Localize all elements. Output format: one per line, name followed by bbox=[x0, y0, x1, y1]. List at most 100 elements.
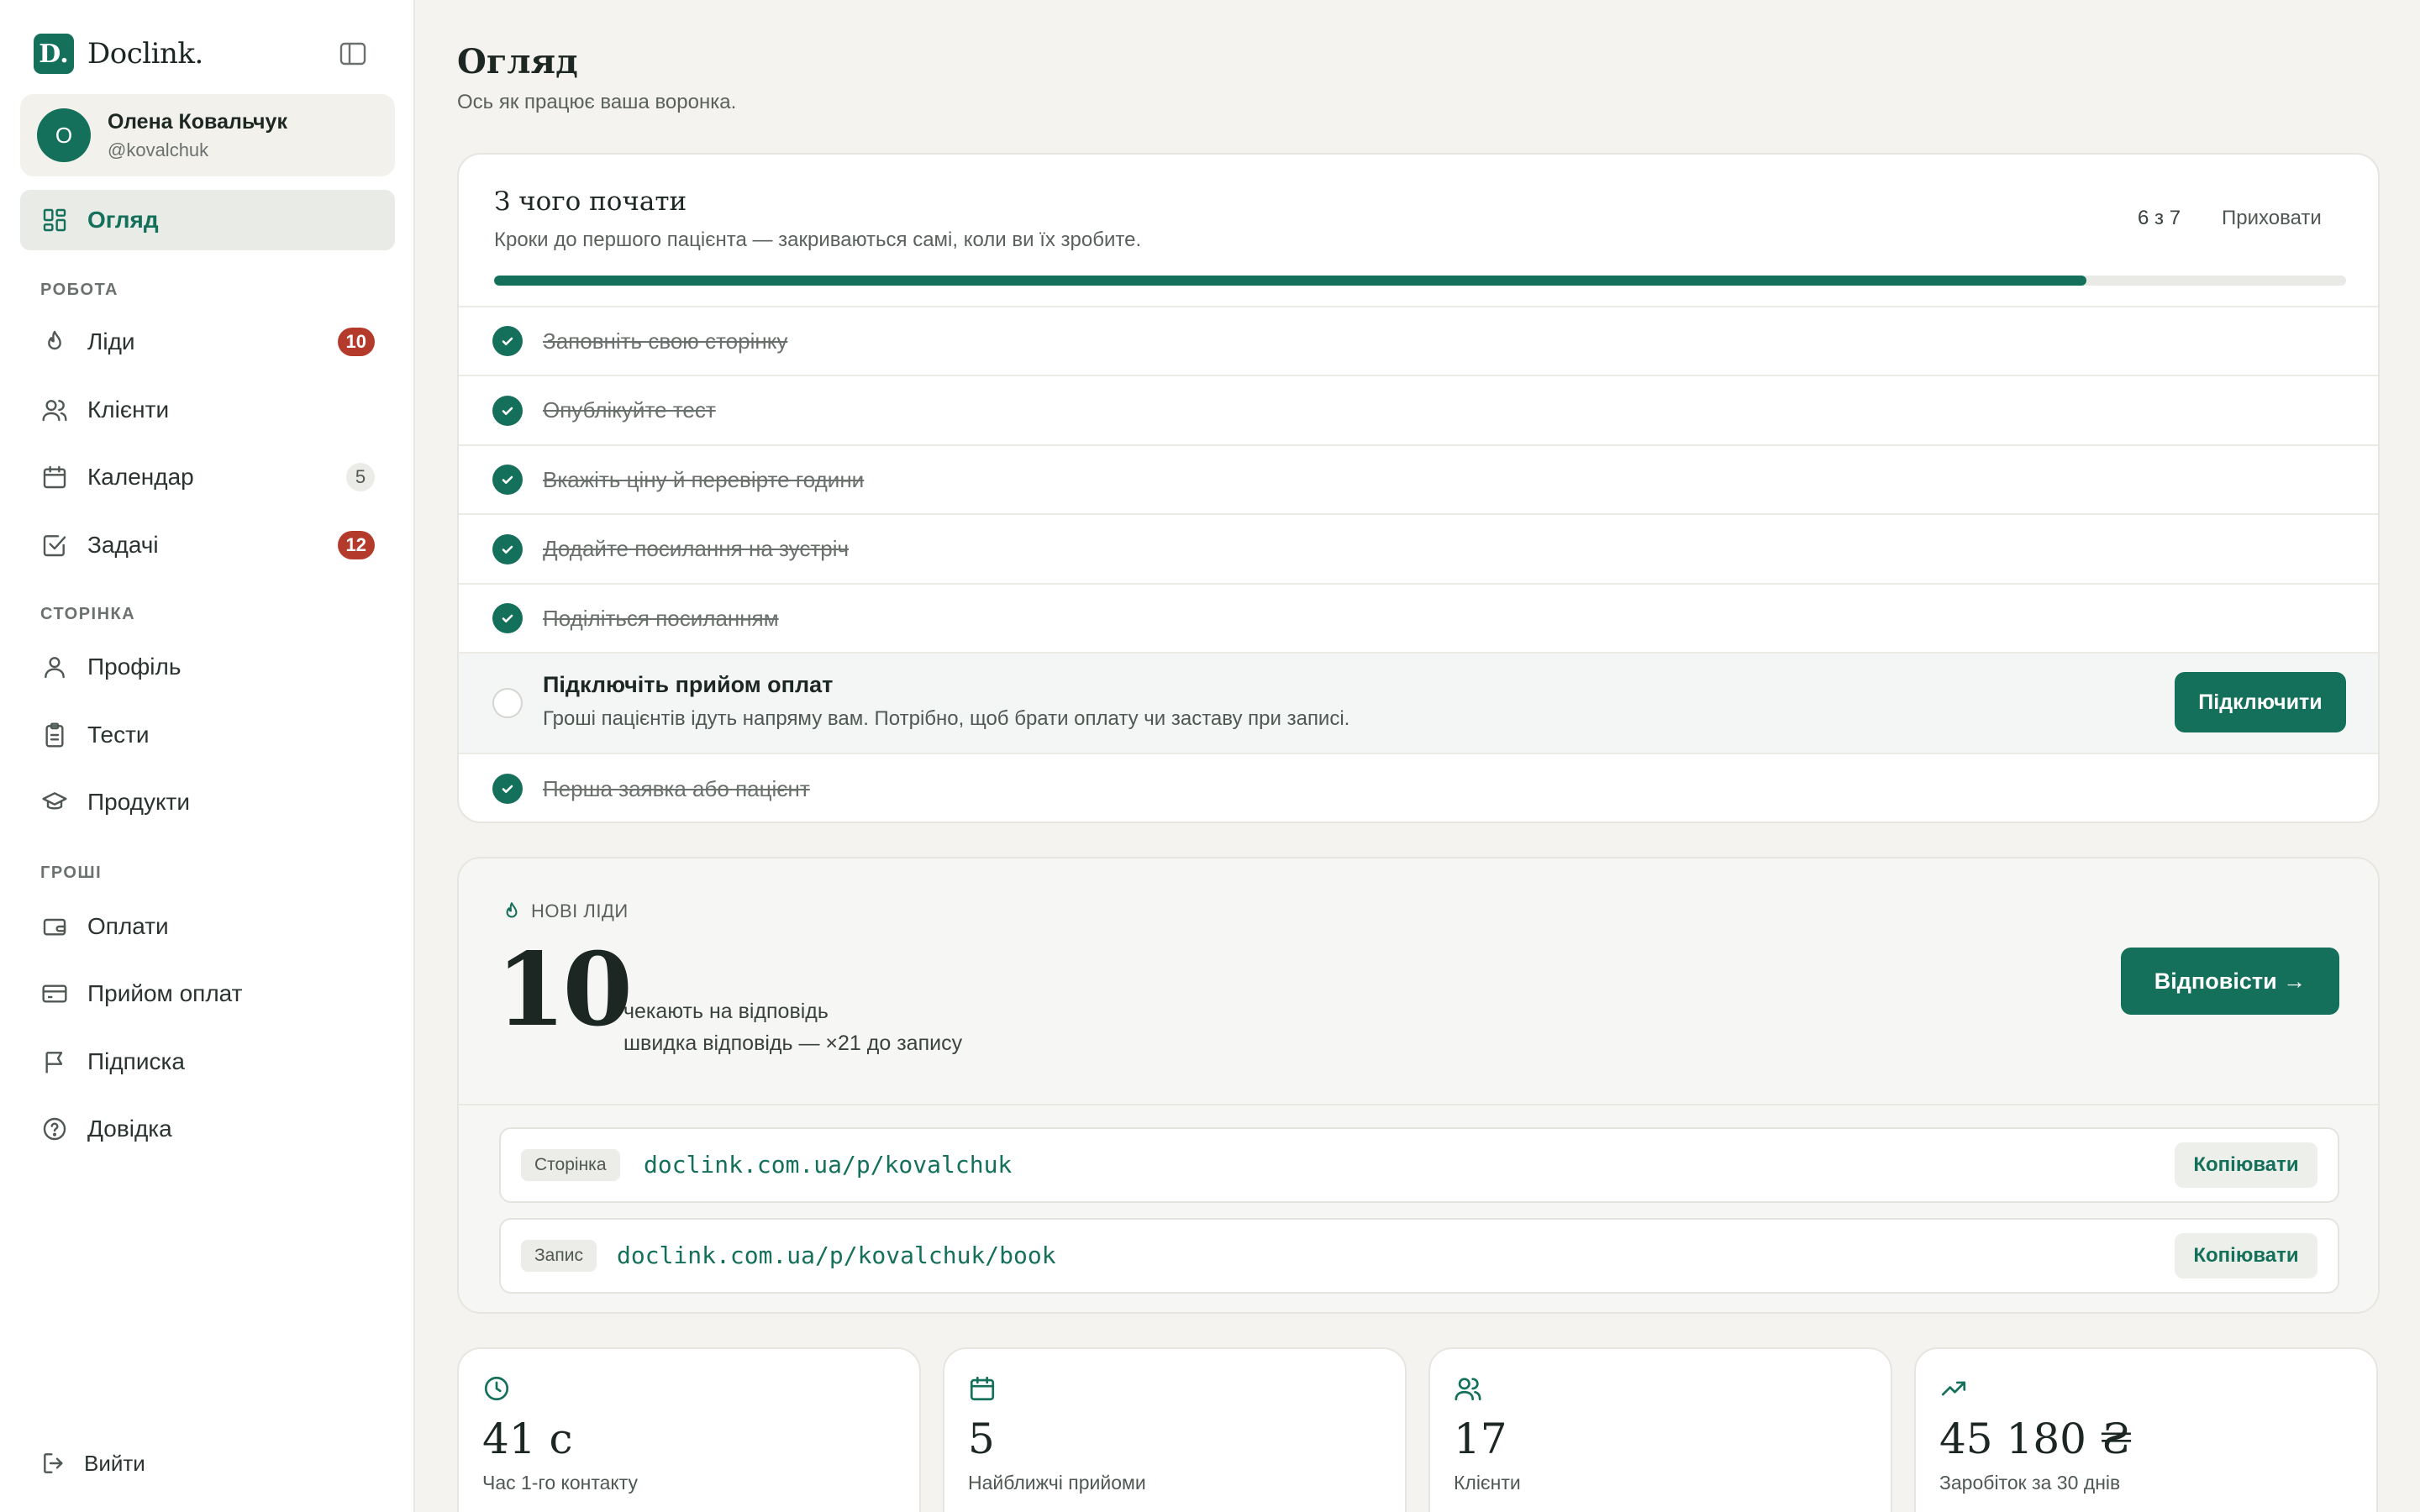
sidebar: D. Doclink. О Олена Ковальчук @kovalchuk… bbox=[0, 0, 415, 1512]
clock-icon bbox=[482, 1374, 511, 1403]
sidebar-item-payments[interactable]: Оплати bbox=[20, 896, 395, 957]
sidebar-item-label: Огляд bbox=[87, 207, 159, 233]
graduation-cap-icon bbox=[40, 788, 69, 816]
stat-label: Клієнти bbox=[1454, 1472, 1521, 1494]
step-label: Вкажіть ціну й перевірте години bbox=[543, 466, 865, 492]
sidebar-item-overview[interactable]: Огляд bbox=[20, 190, 395, 250]
sidebar-item-profile[interactable]: Профіль bbox=[20, 637, 395, 697]
booking-link-row: Запис doclink.com.ua/p/kovalchuk/book Ко… bbox=[499, 1218, 2339, 1294]
brand-logo: D. bbox=[34, 34, 74, 74]
step-description: Гроші пацієнтів ідуть напряму вам. Потрі… bbox=[543, 707, 1350, 730]
step-title: Підключіть прийом оплат bbox=[543, 672, 834, 697]
progress-fill bbox=[494, 276, 2087, 286]
sidebar-item-label: Довідка bbox=[87, 1116, 172, 1142]
stat-card-earnings[interactable]: 45 180 ₴ Заробіток за 30 днів bbox=[1914, 1347, 2378, 1512]
section-label-page: СТОРІНКА bbox=[40, 605, 136, 623]
onboarding-step[interactable]: Перша заявка або пацієнт bbox=[459, 753, 2378, 822]
leads-count-badge: 10 bbox=[337, 328, 375, 356]
sidebar-toggle-icon[interactable] bbox=[336, 39, 370, 69]
stat-label: Найближчі прийоми bbox=[968, 1472, 1146, 1494]
onboarding-progress-bar bbox=[494, 276, 2346, 286]
new-leads-card: НОВІ ЛІДИ 10 чекають на відповідь швидка… bbox=[457, 857, 2380, 1314]
leads-hint: швидка відповідь — ×21 до запису bbox=[623, 1032, 963, 1055]
leads-heading: НОВІ ЛІДИ bbox=[501, 900, 629, 922]
wallet-icon bbox=[40, 912, 69, 941]
sidebar-item-clients[interactable]: Клієнти bbox=[20, 380, 395, 440]
clipboard-icon bbox=[40, 721, 69, 749]
sidebar-item-tests[interactable]: Тести bbox=[20, 705, 395, 765]
stat-card-first-contact[interactable]: 41 с Час 1-го контакту bbox=[457, 1347, 921, 1512]
page-subtitle: Ось як працює ваша воронка. bbox=[457, 91, 737, 113]
onboarding-subtitle: Кроки до першого пацієнта — закриваються… bbox=[494, 228, 1142, 251]
stat-label: Час 1-го контакту bbox=[482, 1472, 639, 1494]
leads-description: чекають на відповідь bbox=[623, 1000, 829, 1023]
sidebar-item-label: Задачі bbox=[87, 532, 159, 558]
link-url[interactable]: doclink.com.ua/p/kovalchuk bbox=[644, 1151, 1012, 1179]
sidebar-item-calendar[interactable]: Календар 5 bbox=[20, 447, 395, 507]
flag-icon bbox=[40, 1047, 69, 1076]
stat-card-clients[interactable]: 17 Клієнти bbox=[1428, 1347, 1892, 1512]
calendar-icon bbox=[40, 463, 69, 491]
leads-heading-label: НОВІ ЛІДИ bbox=[531, 900, 629, 921]
section-label-work: РОБОТА bbox=[40, 281, 118, 299]
onboarding-card: З чого почати Кроки до першого пацієнта … bbox=[457, 153, 2380, 823]
user-card[interactable]: О Олена Ковальчук @kovalchuk bbox=[20, 94, 395, 176]
user-name: Олена Ковальчук bbox=[108, 109, 287, 134]
sidebar-item-help[interactable]: Довідка bbox=[20, 1099, 395, 1159]
step-label: Поділіться посиланням bbox=[543, 605, 779, 631]
users-icon bbox=[1454, 1374, 1482, 1403]
sidebar-item-label: Клієнти bbox=[87, 396, 170, 423]
link-url[interactable]: doclink.com.ua/p/kovalchuk/book bbox=[617, 1242, 1056, 1269]
sidebar-item-accept-payments[interactable]: Прийом оплат bbox=[20, 963, 395, 1024]
share-links: Сторінка doclink.com.ua/p/kovalchuk Копі… bbox=[459, 1104, 2378, 1312]
logout-button[interactable]: Вийти bbox=[40, 1446, 145, 1480]
onboarding-step[interactable]: Вкажіть ціну й перевірте години bbox=[459, 444, 2378, 513]
stat-value: 17 bbox=[1454, 1415, 1507, 1463]
sidebar-item-leads[interactable]: Ліди 10 bbox=[20, 312, 395, 372]
users-icon bbox=[40, 396, 69, 424]
copy-button[interactable]: Копіювати bbox=[2175, 1233, 2317, 1278]
credit-card-icon bbox=[40, 979, 69, 1008]
sidebar-item-subscription[interactable]: Підписка bbox=[20, 1032, 395, 1092]
sidebar-item-products[interactable]: Продукти bbox=[20, 772, 395, 832]
link-tag: Сторінка bbox=[521, 1149, 620, 1181]
calendar-count-badge: 5 bbox=[346, 463, 375, 491]
sidebar-item-label: Прийом оплат bbox=[87, 980, 243, 1006]
check-icon bbox=[492, 774, 523, 804]
tasks-count-badge: 12 bbox=[337, 531, 375, 559]
connect-button[interactable]: Підключити bbox=[2175, 672, 2346, 732]
onboarding-step[interactable]: Поділіться посиланням bbox=[459, 583, 2378, 652]
avatar: О bbox=[37, 108, 91, 162]
hide-button[interactable]: Приховати bbox=[2222, 207, 2322, 230]
brand-name: Doclink. bbox=[87, 37, 203, 71]
onboarding-step-active[interactable]: Підключіть прийом оплат Гроші пацієнтів … bbox=[459, 652, 2378, 753]
flame-icon bbox=[40, 328, 69, 356]
onboarding-title: З чого почати bbox=[494, 186, 687, 217]
sidebar-item-label: Ліди bbox=[87, 328, 135, 354]
logout-icon bbox=[40, 1450, 67, 1477]
stat-card-appointments[interactable]: 5 Найближчі прийоми bbox=[943, 1347, 1407, 1512]
copy-button[interactable]: Копіювати bbox=[2175, 1142, 2317, 1188]
check-icon bbox=[492, 395, 523, 426]
reply-button[interactable]: Відповісти → bbox=[2121, 948, 2339, 1015]
sidebar-item-tasks[interactable]: Задачі 12 bbox=[20, 515, 395, 575]
link-tag: Запис bbox=[521, 1240, 597, 1272]
onboarding-step[interactable]: Додайте посилання на зустріч bbox=[459, 513, 2378, 583]
check-icon bbox=[492, 603, 523, 633]
stat-value: 41 с bbox=[482, 1415, 573, 1463]
step-label: Заповніть свою сторінку bbox=[543, 328, 788, 354]
brand[interactable]: D. Doclink. bbox=[34, 34, 203, 74]
onboarding-step[interactable]: Опублікуйте тест bbox=[459, 375, 2378, 444]
user-handle: @kovalchuk bbox=[108, 139, 209, 160]
flame-icon bbox=[501, 900, 523, 922]
sidebar-item-label: Календар bbox=[87, 464, 194, 490]
unchecked-circle-icon bbox=[492, 688, 523, 718]
grid-icon bbox=[40, 206, 69, 234]
help-circle-icon bbox=[40, 1115, 69, 1143]
logout-label: Вийти bbox=[84, 1450, 145, 1476]
sidebar-item-label: Тести bbox=[87, 722, 150, 748]
page-title: Огляд bbox=[457, 42, 578, 81]
check-icon bbox=[492, 326, 523, 356]
sidebar-item-label: Профіль bbox=[87, 654, 182, 680]
onboarding-step[interactable]: Заповніть свою сторінку bbox=[459, 306, 2378, 375]
